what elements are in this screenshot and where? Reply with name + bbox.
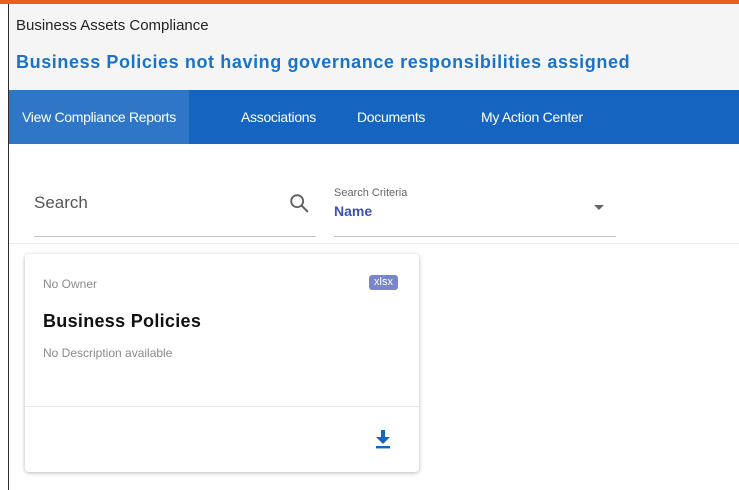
nav-view-compliance-reports[interactable]: View Compliance Reports: [9, 90, 189, 144]
download-icon[interactable]: [374, 429, 392, 449]
document-card[interactable]: No Owner xlsx Business Policies No Descr…: [25, 254, 419, 472]
section-divider: [9, 243, 739, 244]
page-header: Business Assets Compliance Business Poli…: [9, 4, 739, 90]
card-owner: No Owner: [43, 277, 98, 291]
nav-my-action-center[interactable]: My Action Center: [468, 90, 596, 144]
app-frame: Business Assets Compliance Business Poli…: [8, 4, 739, 490]
card-title: Business Policies: [43, 311, 202, 331]
nav-bar: View Compliance Reports Associations Doc…: [9, 90, 739, 144]
dropdown-caret-icon: [594, 205, 604, 210]
app-title: Business Assets Compliance: [16, 17, 209, 34]
search-icon[interactable]: [288, 192, 310, 214]
page-title: Business Policies not having governance …: [16, 52, 631, 72]
search-criteria-label: Search Criteria: [334, 187, 408, 199]
nav-documents[interactable]: Documents: [344, 90, 438, 144]
card-divider: [25, 406, 419, 407]
search-box: [34, 175, 316, 237]
search-criteria-select[interactable]: Search Criteria Name: [334, 175, 616, 237]
file-type-badge: xlsx: [369, 275, 398, 290]
nav-associations[interactable]: Associations: [228, 90, 329, 144]
search-input[interactable]: [34, 189, 274, 217]
card-description: No Description available: [43, 346, 173, 360]
search-criteria-value: Name: [334, 203, 373, 219]
